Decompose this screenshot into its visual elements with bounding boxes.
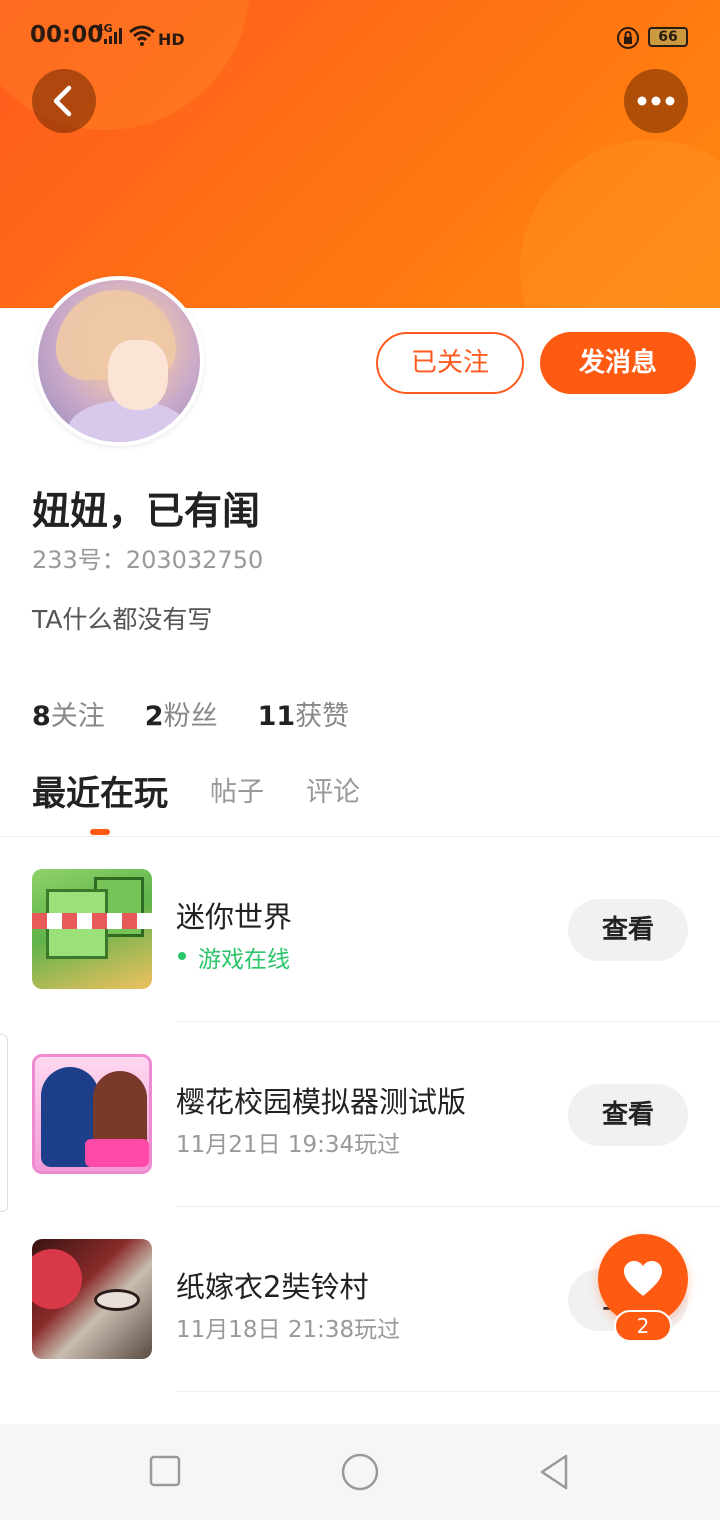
game-status: 游戏在线: [176, 940, 290, 974]
send-message-button[interactable]: 发消息: [540, 332, 696, 394]
hd-indicator: HD: [158, 30, 185, 49]
stat-count: 11: [257, 701, 296, 732]
list-item[interactable]: 樱花校园模拟器测试版 11月21日 19:34玩过 查看: [0, 1022, 720, 1207]
profile-stats: 8关注 2粉丝 11获赞: [32, 694, 349, 733]
stat-label: 获赞: [295, 701, 350, 732]
more-button[interactable]: [624, 69, 688, 133]
list-item[interactable]: 迷你世界 游戏在线 查看: [0, 837, 720, 1022]
avatar[interactable]: [34, 276, 204, 446]
stat-count: 8: [32, 701, 51, 732]
profile-bio: TA什么都没有写: [32, 605, 213, 634]
profile-uid: 233号：203032750: [32, 546, 264, 574]
divider: [176, 1391, 720, 1392]
tab-indicator: [90, 829, 110, 835]
tab-comments[interactable]: 评论: [306, 770, 360, 809]
online-dot-icon: [178, 952, 186, 960]
signal-icon: [104, 28, 122, 44]
recents-square-icon[interactable]: [146, 1452, 186, 1492]
profile-name: 妞妞，已有闺: [32, 489, 261, 533]
game-icon[interactable]: [32, 1239, 152, 1359]
game-status: 11月21日 19:34玩过: [176, 1132, 401, 1158]
game-icon[interactable]: [32, 1054, 152, 1174]
game-name: 纸嫁衣2奘铃村: [176, 1270, 369, 1304]
battery-indicator: 66: [648, 27, 688, 47]
status-time: 00:00: [30, 22, 104, 48]
game-status-text: 游戏在线: [198, 947, 290, 973]
stat-likes[interactable]: 11获赞: [258, 694, 350, 733]
system-nav-bar: [0, 1424, 720, 1520]
tab-recently-played[interactable]: 最近在玩: [32, 766, 168, 815]
game-icon[interactable]: [32, 869, 152, 989]
banner-decoration: [520, 140, 720, 308]
rotation-lock-icon: [617, 27, 639, 49]
back-triangle-icon[interactable]: [536, 1452, 576, 1492]
status-bar: 00:00 4G HD 66: [0, 18, 720, 58]
view-button[interactable]: 查看: [568, 1084, 688, 1146]
like-count-badge: 2: [614, 1310, 672, 1342]
stat-fans[interactable]: 2粉丝: [145, 694, 218, 733]
stat-label: 粉丝: [163, 701, 218, 732]
wifi-icon: [129, 25, 155, 46]
stat-label: 关注: [50, 701, 105, 732]
chevron-left-icon: [53, 85, 72, 117]
game-name: 樱花校园模拟器测试版: [176, 1085, 467, 1119]
tab-posts[interactable]: 帖子: [210, 770, 264, 809]
following-button[interactable]: 已关注: [376, 332, 524, 394]
more-dots-icon: [637, 96, 675, 106]
heart-icon: [624, 1261, 662, 1296]
stat-following[interactable]: 8关注: [32, 694, 105, 733]
view-button[interactable]: 查看: [568, 899, 688, 961]
game-name: 迷你世界: [176, 900, 293, 934]
game-status: 11月18日 21:38玩过: [176, 1317, 401, 1343]
home-circle-icon[interactable]: [340, 1452, 380, 1492]
stat-count: 2: [144, 701, 164, 732]
back-button[interactable]: [32, 69, 96, 133]
side-drawer-handle[interactable]: [0, 1034, 8, 1212]
